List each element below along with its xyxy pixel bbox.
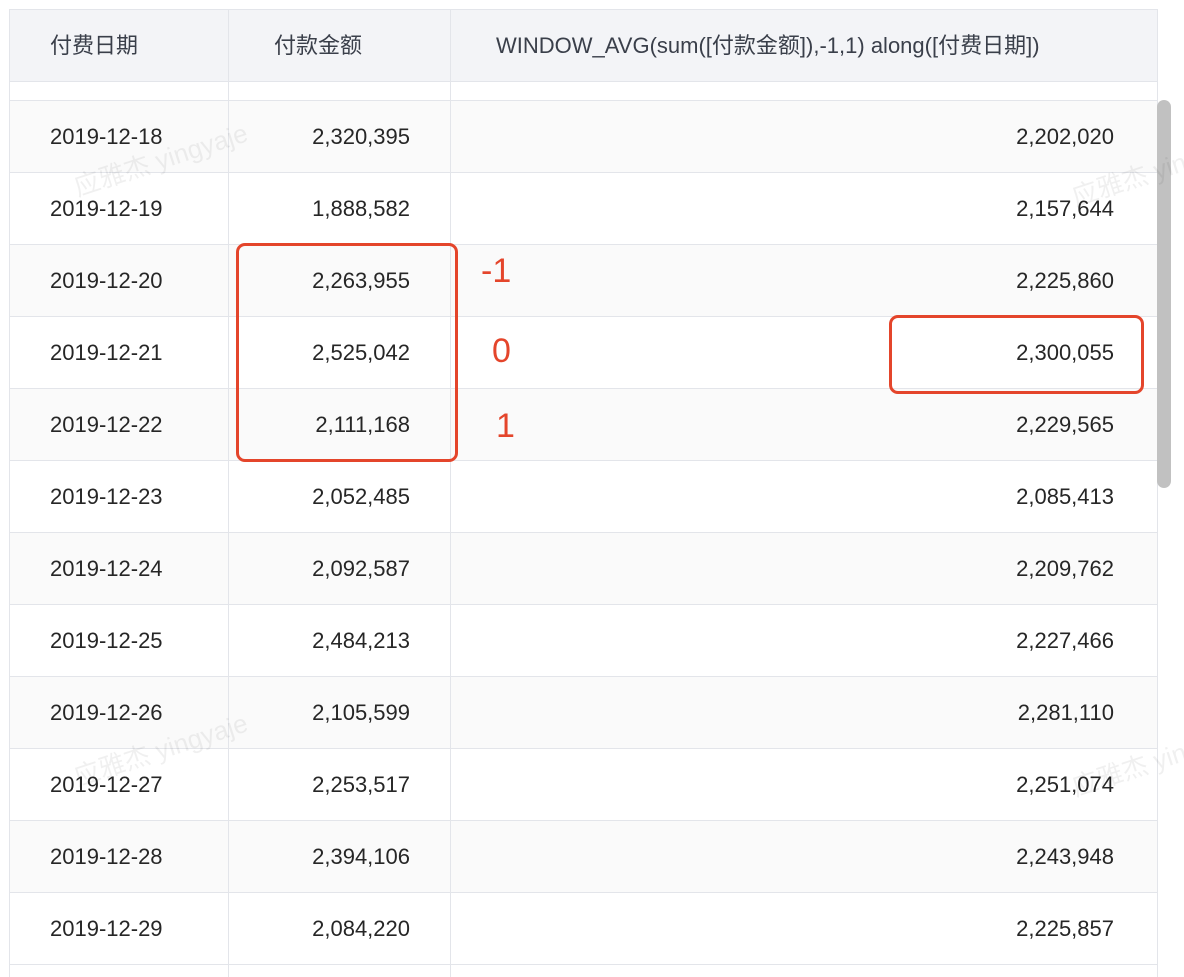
cell-date: 2019-12-29 xyxy=(50,916,163,941)
table-row[interactable]: 2019-12-24 2,092,587 2,209,762 xyxy=(10,533,1157,605)
offset-label-zero: 0 xyxy=(492,332,511,370)
scrollbar-thumb[interactable] xyxy=(1157,100,1171,488)
cell-amount: 2,253,517 xyxy=(312,772,410,797)
cell-amount: 2,084,220 xyxy=(312,916,410,941)
table-row[interactable]: 2019-12-18 2,320,395 2,202,020 xyxy=(10,101,1157,173)
cell-window-avg: 2,085,413 xyxy=(1016,484,1114,509)
table-row[interactable]: 2019-12-19 1,888,582 2,157,644 xyxy=(10,173,1157,245)
column-divider xyxy=(228,10,229,977)
offset-label-one: 1 xyxy=(496,407,515,445)
cell-date: 2019-12-24 xyxy=(50,556,163,581)
header-window-avg[interactable]: WINDOW_AVG(sum([付款金额]),-1,1) along([付费日期… xyxy=(496,10,1040,81)
table-row[interactable]: 2019-12-20 2,263,955 2,225,860 xyxy=(10,245,1157,317)
cell-window-avg: 2,225,857 xyxy=(1016,916,1114,941)
cell-date: 2019-12-21 xyxy=(50,340,163,365)
cell-amount: 2,052,485 xyxy=(312,484,410,509)
table-row[interactable]: 2019-12-29 2,084,220 2,225,857 xyxy=(10,893,1157,965)
cell-window-avg: 2,251,074 xyxy=(1016,772,1114,797)
partial-row xyxy=(10,82,1157,101)
cell-date: 2019-12-22 xyxy=(50,412,163,437)
window-range-highlight xyxy=(236,243,458,462)
cell-window-avg: 2,202,020 xyxy=(1016,124,1114,149)
cell-window-avg: 2,229,565 xyxy=(1016,412,1114,437)
cell-window-avg: 2,243,948 xyxy=(1016,844,1114,869)
table-row[interactable]: 2019-12-25 2,484,213 2,227,466 xyxy=(10,605,1157,677)
cell-date: 2019-12-23 xyxy=(50,484,163,509)
header-payment-amount[interactable]: 付款金额 xyxy=(274,10,362,81)
table-row[interactable]: 2019-12-26 2,105,599 2,281,110 xyxy=(10,677,1157,749)
cell-date: 2019-12-26 xyxy=(50,700,163,725)
column-divider xyxy=(450,10,451,977)
table-header: 付费日期 付款金额 WINDOW_AVG(sum([付款金额]),-1,1) a… xyxy=(10,10,1157,82)
table-row[interactable]: 2019-12-22 2,111,168 2,229,565 xyxy=(10,389,1157,461)
cell-window-avg: 2,157,644 xyxy=(1016,196,1114,221)
cell-date: 2019-12-19 xyxy=(50,196,163,221)
cell-date: 2019-12-25 xyxy=(50,628,163,653)
table-row[interactable]: 2019-12-23 2,052,485 2,085,413 xyxy=(10,461,1157,533)
result-highlight xyxy=(889,315,1144,394)
cell-amount: 2,484,213 xyxy=(312,628,410,653)
cell-amount: 1,888,582 xyxy=(312,196,410,221)
cell-date: 2019-12-27 xyxy=(50,772,163,797)
cell-date: 2019-12-20 xyxy=(50,268,163,293)
cell-amount: 2,394,106 xyxy=(312,844,410,869)
cell-amount: 2,092,587 xyxy=(312,556,410,581)
cell-date: 2019-12-18 xyxy=(50,124,163,149)
table-row[interactable]: 2019-12-27 2,253,517 2,251,074 xyxy=(10,749,1157,821)
data-table: 付费日期 付款金额 WINDOW_AVG(sum([付款金额]),-1,1) a… xyxy=(9,9,1158,977)
cell-amount: 2,105,599 xyxy=(312,700,410,725)
cell-window-avg: 2,209,762 xyxy=(1016,556,1114,581)
offset-label-minus-one: -1 xyxy=(481,252,512,290)
header-payment-date[interactable]: 付费日期 xyxy=(50,10,138,81)
cell-window-avg: 2,227,466 xyxy=(1016,628,1114,653)
cell-window-avg: 2,281,110 xyxy=(1017,700,1114,725)
cell-date: 2019-12-28 xyxy=(50,844,163,869)
cell-window-avg: 2,225,860 xyxy=(1016,268,1114,293)
table-row[interactable]: 2019-12-28 2,394,106 2,243,948 xyxy=(10,821,1157,893)
cell-amount: 2,320,395 xyxy=(312,124,410,149)
